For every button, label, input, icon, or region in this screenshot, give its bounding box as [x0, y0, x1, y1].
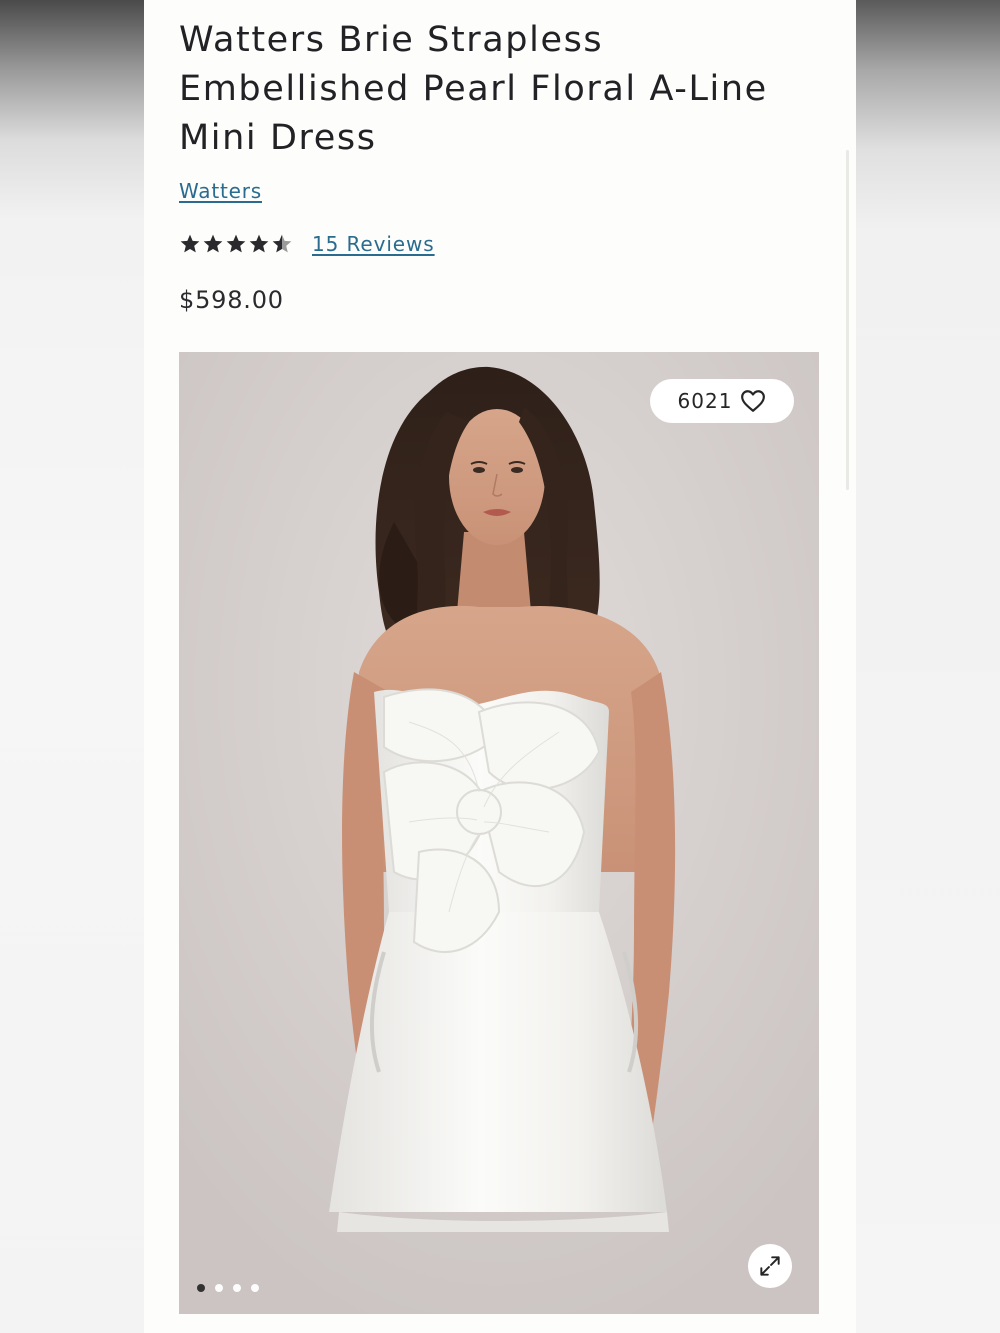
expand-arrows-icon	[760, 1256, 780, 1276]
scrollbar-thumb[interactable]	[846, 150, 849, 490]
product-title: Watters Brie Strapless Embellished Pearl…	[179, 20, 768, 158]
product-image-gallery[interactable]: 6021	[179, 352, 819, 1314]
product-page: Watters Brie Strapless Embellished Pearl…	[144, 0, 856, 1333]
product-photo	[179, 352, 819, 1314]
pagination-dot[interactable]	[215, 1284, 223, 1292]
star-filled-icon	[226, 234, 246, 253]
right-backdrop	[856, 0, 1000, 1333]
brand-link[interactable]: Watters	[179, 179, 262, 203]
reviews-link[interactable]: 15 Reviews	[312, 232, 435, 256]
product-price: $598.00	[179, 286, 284, 314]
star-filled-icon	[249, 234, 269, 253]
expand-image-button[interactable]	[748, 1244, 792, 1288]
gallery-pagination	[197, 1284, 269, 1292]
favorite-button[interactable]: 6021	[650, 379, 794, 423]
pagination-dot[interactable]	[197, 1284, 205, 1292]
star-filled-icon	[203, 234, 223, 253]
pagination-dot[interactable]	[233, 1284, 241, 1292]
product-rating: 15 Reviews	[179, 229, 435, 259]
star-filled-icon	[180, 234, 200, 253]
favorite-count: 6021	[677, 389, 733, 413]
star-half-icon	[272, 234, 292, 253]
pagination-dot[interactable]	[251, 1284, 259, 1292]
heart-outline-icon	[741, 390, 766, 412]
rating-stars	[179, 233, 294, 255]
